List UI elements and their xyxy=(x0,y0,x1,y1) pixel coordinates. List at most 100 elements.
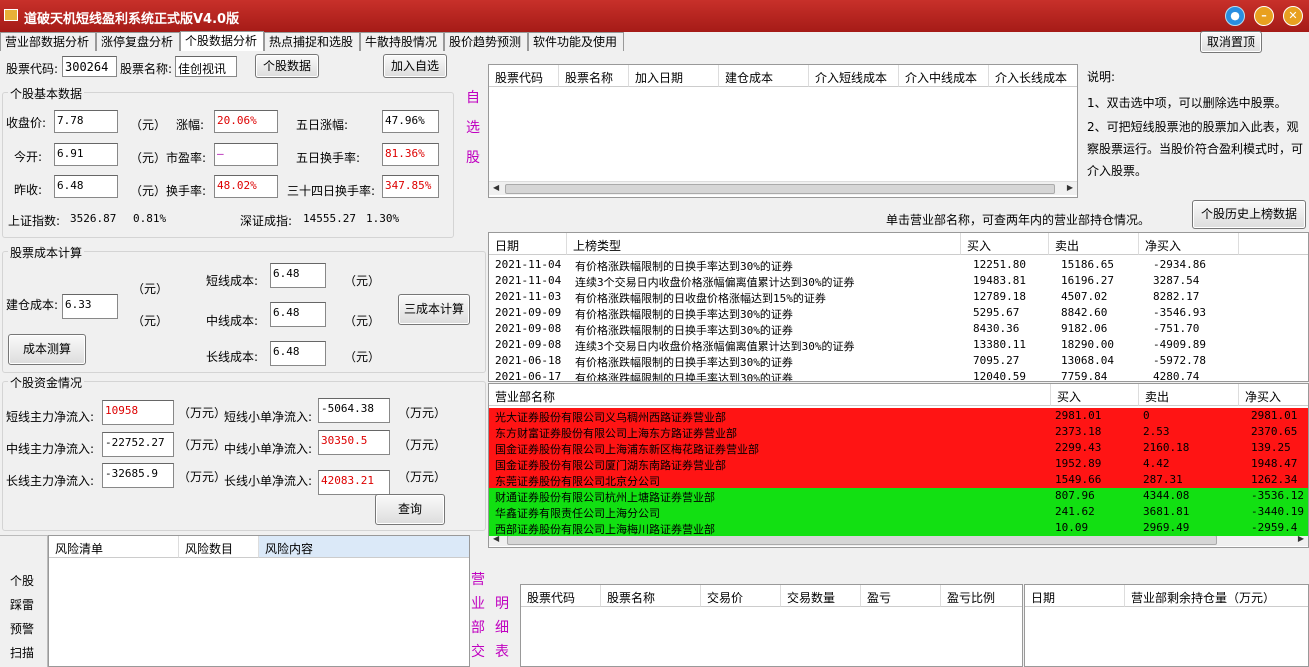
mid-cost-label: 中线成本: xyxy=(206,314,259,328)
query-button[interactable]: 查询 xyxy=(375,494,445,525)
unit-label: （万元） xyxy=(178,438,227,452)
unpin-button[interactable]: 取消置顶 xyxy=(1200,31,1262,53)
broker-row[interactable]: 国金证券股份有限公司上海浦东新区梅花路证券营业部 2299.43 2160.18 13… xyxy=(489,440,1308,456)
long-cost-field[interactable]: 6.48 xyxy=(270,341,326,366)
col-long-cost[interactable]: 介入长线成本 xyxy=(989,65,1077,87)
short-small-field[interactable]: -5064.38 xyxy=(318,398,390,423)
table-row[interactable]: 2021-09-09 有价格涨跌幅限制的日换手率达到30%的证券 5295.67 88… xyxy=(489,305,1308,321)
short-cost-field[interactable]: 6.48 xyxy=(270,263,326,288)
history-button[interactable]: 个股历史上榜数据 xyxy=(1192,200,1306,229)
title-bar: 道破天机短线盈利系统正式版V4.0版 ● – ✕ xyxy=(0,0,1309,32)
stock-data-button[interactable]: 个股数据 xyxy=(255,54,319,78)
three-cost-button[interactable]: 三成本计算 xyxy=(398,294,470,325)
mid-small-field[interactable]: 30350.5 xyxy=(318,430,390,455)
table-cell: 财通证券股份有限公司杭州上塘路证券营业部 xyxy=(495,491,715,504)
col-risk-content[interactable]: 风险内容 xyxy=(259,536,469,558)
col-date[interactable]: 日期 xyxy=(489,233,567,255)
table-row[interactable]: 2021-11-04 有价格涨跌幅限制的日换手率达到30%的证券 12251.80 1… xyxy=(489,257,1308,273)
col-sell[interactable]: 卖出 xyxy=(1049,233,1139,255)
turnover5-field[interactable]: 81.36% xyxy=(382,143,439,166)
col-price[interactable]: 交易价 xyxy=(701,585,781,607)
change-field[interactable]: 20.06% xyxy=(214,110,278,133)
col-code[interactable]: 股票代码 xyxy=(521,585,601,607)
col-net-buy[interactable]: 净买入 xyxy=(1139,233,1239,255)
col-short-cost[interactable]: 介入短线成本 xyxy=(809,65,899,87)
broker-row[interactable]: 东方财富证券股份有限公司上海东方路证券营业部 2373.18 2.53 2370.65 xyxy=(489,424,1308,440)
unit-label: （元） xyxy=(130,118,167,132)
tab-stock-analysis[interactable]: 个股数据分析 xyxy=(180,31,264,51)
broker-row[interactable]: 财通证券股份有限公司杭州上塘路证券营业部 807.96 4344.08 -3536.1… xyxy=(489,488,1308,504)
col-risk-count[interactable]: 风险数目 xyxy=(179,536,259,558)
table-cell: 有价格涨跌幅限制的日收盘价格涨幅达到15%的证券 xyxy=(575,292,826,305)
short-main-label: 短线主力净流入: xyxy=(6,410,95,424)
col-holding[interactable]: 营业部剩余持仓量（万元） xyxy=(1125,585,1308,607)
tab-broker-analysis[interactable]: 营业部数据分析 xyxy=(0,32,96,51)
turnover34-field[interactable]: 347.85% xyxy=(382,175,439,198)
col-name[interactable]: 股票名称 xyxy=(601,585,701,607)
prev-close-field[interactable]: 6.48 xyxy=(54,175,118,198)
watchlist-hscroll[interactable]: ◀ ▶ xyxy=(489,181,1077,195)
table-row[interactable]: 2021-09-08 有价格涨跌幅限制的日换手率达到30%的证券 8430.36 91… xyxy=(489,321,1308,337)
col-quantity[interactable]: 交易数量 xyxy=(781,585,861,607)
sz-index-pct: 1.30% xyxy=(366,212,400,225)
cost-measure-button[interactable]: 成本测算 xyxy=(8,334,86,365)
broker-trade-table[interactable]: 股票代码 股票名称 交易价 交易数量 盈亏 盈亏比例 xyxy=(520,584,1023,667)
turnover-field[interactable]: 48.02% xyxy=(214,175,278,198)
col-date[interactable]: 日期 xyxy=(1025,585,1125,607)
pe-field[interactable]: — xyxy=(214,143,278,166)
broker-row[interactable]: 华鑫证券有限责任公司上海分公司 241.62 3681.81 -3440.19 xyxy=(489,504,1308,520)
col-code[interactable]: 股票代码 xyxy=(489,65,559,87)
long-main-field[interactable]: -32685.9 xyxy=(102,463,174,488)
stock-name-field[interactable]: 佳创视讯 xyxy=(175,56,237,77)
broker-row[interactable]: 光大证券股份有限公司义乌稠州西路证券营业部 2981.01 0 2981.01 xyxy=(489,408,1308,424)
col-broker-name[interactable]: 营业部名称 xyxy=(489,384,1051,406)
table-row[interactable]: 2021-11-04 连续3个交易日内收盘价格涨幅偏离值累计达到30%的证券 194… xyxy=(489,273,1308,289)
window-title: 道破天机短线盈利系统正式版V4.0版 xyxy=(24,12,240,27)
change5-field[interactable]: 47.96% xyxy=(382,110,439,133)
col-add-date[interactable]: 加入日期 xyxy=(629,65,719,87)
build-cost-field[interactable]: 6.33 xyxy=(62,294,118,319)
col-buy[interactable]: 买入 xyxy=(961,233,1049,255)
long-small-field[interactable]: 42083.21 xyxy=(318,470,390,495)
col-build-cost[interactable]: 建仓成本 xyxy=(719,65,809,87)
broker-row[interactable]: 东莞证券股份有限公司北京分公司 1549.66 287.31 1262.34 xyxy=(489,472,1308,488)
col-sell[interactable]: 卖出 xyxy=(1139,384,1239,406)
col-pnl[interactable]: 盈亏 xyxy=(861,585,941,607)
tab-functions[interactable]: 软件功能及使用 xyxy=(528,32,624,51)
col-risk-list[interactable]: 风险清单 xyxy=(49,536,179,558)
broker-holding-table[interactable]: 日期 营业部剩余持仓量（万元） xyxy=(1024,584,1309,667)
table-row[interactable]: 2021-06-18 有价格涨跌幅限制的日换手率达到30%的证券 7095.27 13… xyxy=(489,353,1308,369)
table-row[interactable]: 2021-09-08 连续3个交易日内收盘价格涨幅偏离值累计达到30%的证券 133… xyxy=(489,337,1308,353)
broker-row[interactable]: 西部证券股份有限公司上海梅川路证券营业部 10.09 2969.49 -2959.4 xyxy=(489,520,1308,536)
tab-investor-holdings[interactable]: 牛散持股情况 xyxy=(360,32,444,51)
fund-title: 个股资金情况 xyxy=(8,374,85,391)
stock-code-field[interactable]: 300264 xyxy=(62,56,117,77)
col-net-buy[interactable]: 净买入 xyxy=(1239,384,1308,406)
mid-cost-field[interactable]: 6.48 xyxy=(270,302,326,327)
mid-main-field[interactable]: -22752.27 xyxy=(102,432,174,457)
col-buy[interactable]: 买入 xyxy=(1051,384,1139,406)
lhb-table[interactable]: 日期 上榜类型 买入 卖出 净买入 2021-11-04 有价格涨跌幅限制的日换手… xyxy=(488,232,1309,382)
unit-label: （万元） xyxy=(398,438,447,452)
broker-row[interactable]: 国金证券股份有限公司厦门湖东南路证券营业部 1952.89 4.42 1948.47 xyxy=(489,456,1308,472)
skin-icon[interactable]: ● xyxy=(1225,6,1245,26)
col-list-type[interactable]: 上榜类型 xyxy=(567,233,961,255)
table-row[interactable]: 2021-06-17 有价格涨跌幅限制的日换手率达到30%的证券 12040.59 7… xyxy=(489,369,1308,381)
minimize-button[interactable]: – xyxy=(1254,6,1274,26)
watchlist-table[interactable]: 股票代码 股票名称 加入日期 建仓成本 介入短线成本 介入中线成本 介入长线成本… xyxy=(488,64,1078,198)
col-name[interactable]: 股票名称 xyxy=(559,65,629,87)
short-main-field[interactable]: 10958 xyxy=(102,400,174,425)
table-row[interactable]: 2021-11-03 有价格涨跌幅限制的日收盘价格涨幅达到15%的证券 12789.… xyxy=(489,289,1308,305)
tab-hotspot[interactable]: 热点捕捉和选股 xyxy=(264,32,360,51)
open-price-field[interactable]: 6.91 xyxy=(54,143,118,166)
tab-trend-forecast[interactable]: 股价趋势预测 xyxy=(444,32,528,51)
tab-limit-up-review[interactable]: 涨停复盘分析 xyxy=(96,32,180,51)
close-button[interactable]: ✕ xyxy=(1283,6,1303,26)
close-price-field[interactable]: 7.78 xyxy=(54,110,118,133)
col-mid-cost[interactable]: 介入中线成本 xyxy=(899,65,989,87)
side-char: 股 xyxy=(466,150,480,166)
broker-table[interactable]: 营业部名称 买入 卖出 净买入 ◀ ▶ 光大证券股份有限公司义乌稠州西路证券营业部… xyxy=(488,383,1309,548)
risk-table[interactable]: 风险清单 风险数目 风险内容 xyxy=(48,535,470,667)
add-watchlist-button[interactable]: 加入自选 xyxy=(383,54,447,78)
col-pnl-ratio[interactable]: 盈亏比例 xyxy=(941,585,1022,607)
